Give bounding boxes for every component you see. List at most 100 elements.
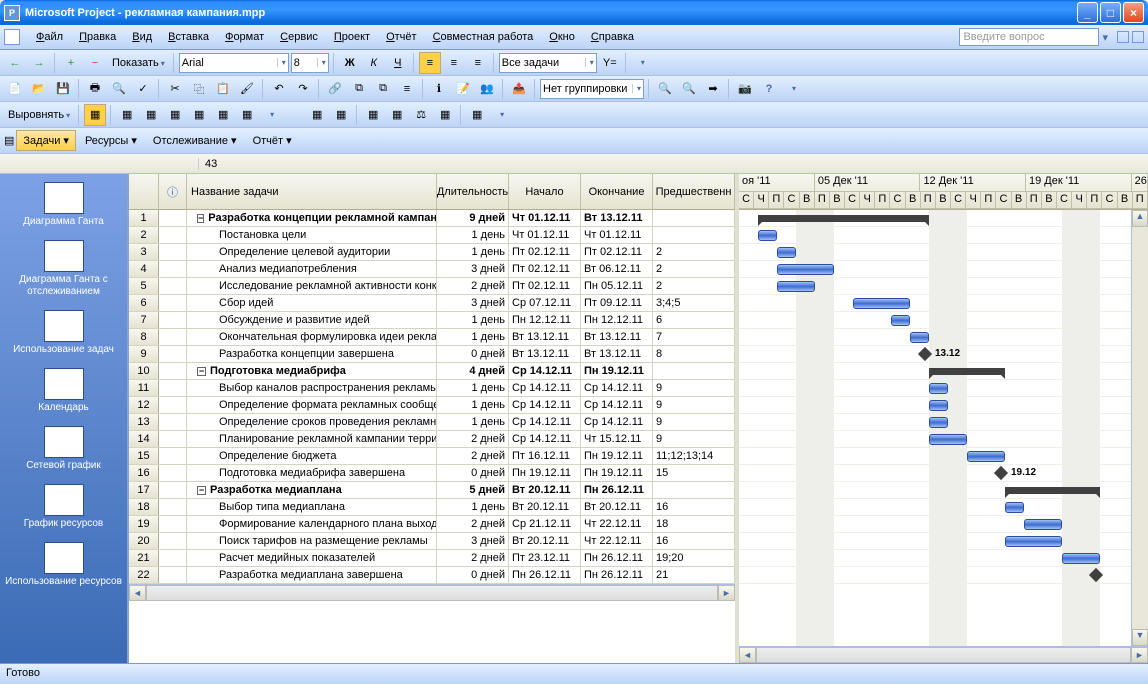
menu-формат[interactable]: Формат (217, 28, 272, 46)
duration-cell[interactable]: 4 дней (437, 363, 509, 379)
table-row[interactable]: 15Определение бюджета2 днейПт 16.12.11Пн… (129, 448, 735, 465)
task-name-cell[interactable]: Выбор каналов распространения рекламы (187, 380, 437, 396)
tab-tasks[interactable]: Задачи ▾ (16, 130, 76, 151)
level-dropdown[interactable]: Выровнять▾ (4, 109, 74, 121)
row-number[interactable]: 12 (129, 397, 159, 413)
tb-icon-8[interactable]: ▦ (330, 104, 352, 126)
menu-вставка[interactable]: Вставка (160, 28, 217, 46)
indent-icon[interactable]: − (84, 52, 106, 74)
toolbar-options-icon[interactable]: ▾ (260, 104, 282, 126)
duration-cell[interactable]: 1 день (437, 312, 509, 328)
predecessors-cell[interactable]: 18 (653, 516, 735, 532)
start-cell[interactable]: Пт 02.12.11 (509, 244, 581, 260)
tb-icon-10[interactable]: ▦ (386, 104, 408, 126)
predecessors-cell[interactable]: 7 (653, 329, 735, 345)
row-number[interactable]: 20 (129, 533, 159, 549)
start-cell[interactable]: Ср 14.12.11 (509, 380, 581, 396)
undo-icon[interactable]: ↶ (268, 78, 290, 100)
gantt-view-icon[interactable]: ▦ (84, 104, 106, 126)
duration-cell[interactable]: 0 дней (437, 346, 509, 362)
row-number[interactable]: 3 (129, 244, 159, 260)
predecessors-cell[interactable]: 16 (653, 499, 735, 515)
font-size-combo[interactable]: 8▾ (291, 53, 329, 73)
start-cell[interactable]: Ср 14.12.11 (509, 363, 581, 379)
start-cell[interactable]: Ср 14.12.11 (509, 397, 581, 413)
tb-icon-3[interactable]: ▦ (164, 104, 186, 126)
start-cell[interactable]: Вт 20.12.11 (509, 482, 581, 498)
duration-cell[interactable]: 2 дней (437, 278, 509, 294)
align-left-icon[interactable]: ≡ (419, 52, 441, 74)
predecessors-cell[interactable]: 9 (653, 397, 735, 413)
minimize-button[interactable]: _ (1077, 2, 1098, 23)
nav-forward-icon[interactable]: → (28, 52, 50, 74)
start-cell[interactable]: Чт 01.12.11 (509, 227, 581, 243)
table-row[interactable]: 22Разработка медиаплана завершена0 днейП… (129, 567, 735, 584)
task-name-cell[interactable]: Определение бюджета (187, 448, 437, 464)
task-name-cell[interactable]: Выбор типа медиаплана (187, 499, 437, 515)
predecessors-cell[interactable]: 2 (653, 278, 735, 294)
header-rownum[interactable] (129, 174, 159, 209)
table-row[interactable]: 2Постановка цели1 деньЧт 01.12.11Чт 01.1… (129, 227, 735, 244)
finish-cell[interactable]: Чт 22.12.11 (581, 516, 653, 532)
row-number[interactable]: 10 (129, 363, 159, 379)
start-cell[interactable]: Вт 13.12.11 (509, 329, 581, 345)
zoom-out-icon[interactable]: 🔍 (678, 78, 700, 100)
task-info-icon[interactable]: ℹ (428, 78, 450, 100)
tb-icon-4[interactable]: ▦ (188, 104, 210, 126)
sidebar-item[interactable]: ▦Использование задач (0, 306, 127, 364)
sidebar-item[interactable]: ▦Календарь (0, 364, 127, 422)
gantt-milestone[interactable] (994, 466, 1008, 480)
outline-toggle-icon[interactable]: − (197, 214, 204, 223)
copy-icon[interactable]: ⿻ (188, 78, 210, 100)
link-tasks-icon[interactable]: ⧉ (348, 78, 370, 100)
duration-cell[interactable]: 1 день (437, 329, 509, 345)
row-number[interactable]: 21 (129, 550, 159, 566)
row-number[interactable]: 4 (129, 261, 159, 277)
gantt-task-bar[interactable] (1062, 553, 1100, 564)
tb-icon-2[interactable]: ▦ (140, 104, 162, 126)
gantt-task-bar[interactable] (777, 281, 815, 292)
finish-cell[interactable]: Пн 12.12.11 (581, 312, 653, 328)
start-cell[interactable]: Ср 14.12.11 (509, 414, 581, 430)
split-task-icon[interactable]: ≡ (396, 78, 418, 100)
duration-cell[interactable]: 2 дней (437, 448, 509, 464)
finish-cell[interactable]: Пн 26.12.11 (581, 550, 653, 566)
predecessors-cell[interactable]: 15 (653, 465, 735, 481)
sidebar-item[interactable]: ▦График ресурсов (0, 480, 127, 538)
task-name-cell[interactable]: Сбор идей (187, 295, 437, 311)
finish-cell[interactable]: Вт 13.12.11 (581, 346, 653, 362)
start-cell[interactable]: Пн 26.12.11 (509, 567, 581, 583)
gantt-task-bar[interactable] (853, 298, 910, 309)
row-number[interactable]: 17 (129, 482, 159, 498)
duration-cell[interactable]: 2 дней (437, 550, 509, 566)
tb-icon-5[interactable]: ▦ (212, 104, 234, 126)
finish-cell[interactable]: Чт 01.12.11 (581, 227, 653, 243)
views-icon[interactable]: ▤ (4, 134, 14, 147)
maximize-button[interactable]: □ (1100, 2, 1121, 23)
gantt-task-bar[interactable] (910, 332, 929, 343)
bold-icon[interactable]: Ж (339, 52, 361, 74)
row-number[interactable]: 5 (129, 278, 159, 294)
start-cell[interactable]: Пт 16.12.11 (509, 448, 581, 464)
finish-cell[interactable]: Чт 15.12.11 (581, 431, 653, 447)
table-row[interactable]: 1−Разработка концепции рекламной кампани… (129, 210, 735, 227)
header-start[interactable]: Начало (509, 174, 581, 209)
sidebar-item[interactable]: ▦Диаграмма Ганта (0, 178, 127, 236)
task-name-cell[interactable]: −Подготовка медиабрифа (187, 363, 437, 379)
start-cell[interactable]: Пт 02.12.11 (509, 278, 581, 294)
row-number[interactable]: 14 (129, 431, 159, 447)
duration-cell[interactable]: 1 день (437, 244, 509, 260)
task-name-cell[interactable]: Постановка цели (187, 227, 437, 243)
row-number[interactable]: 13 (129, 414, 159, 430)
finish-cell[interactable]: Вт 20.12.11 (581, 499, 653, 515)
predecessors-cell[interactable]: 2 (653, 261, 735, 277)
child-restore-icon[interactable] (1117, 31, 1129, 43)
table-row[interactable]: 17−Разработка медиаплана5 днейВт 20.12.1… (129, 482, 735, 499)
predecessors-cell[interactable]: 11;12;13;14 (653, 448, 735, 464)
cut-icon[interactable]: ✂ (164, 78, 186, 100)
predecessors-cell[interactable] (653, 227, 735, 243)
start-cell[interactable]: Пт 02.12.11 (509, 261, 581, 277)
finish-cell[interactable]: Пн 26.12.11 (581, 482, 653, 498)
row-number[interactable]: 2 (129, 227, 159, 243)
start-cell[interactable]: Пт 23.12.11 (509, 550, 581, 566)
